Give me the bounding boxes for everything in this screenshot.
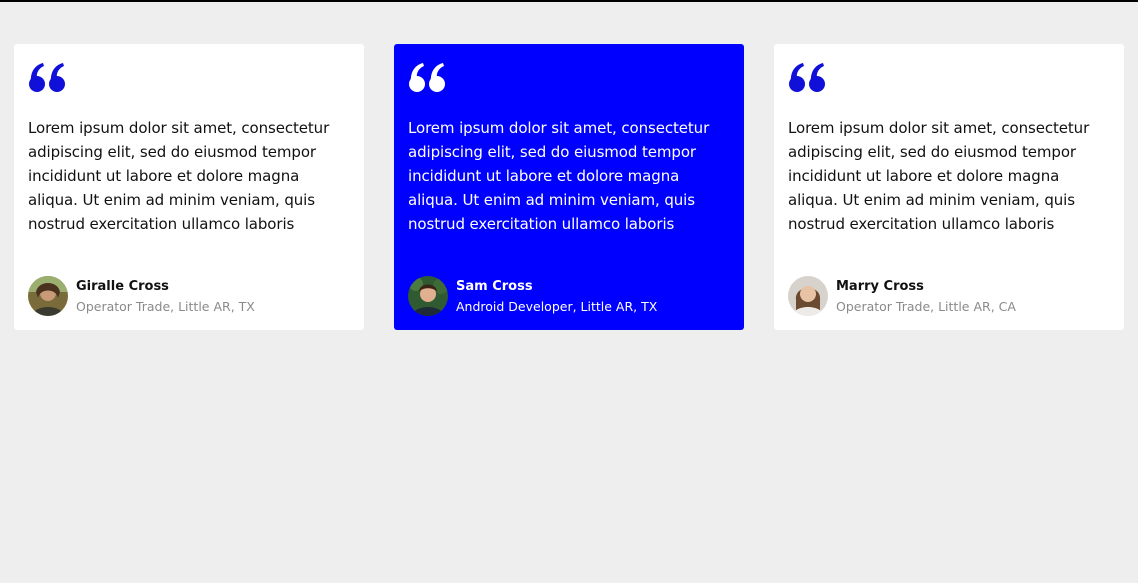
testimonial-card-featured: Lorem ipsum dolor sit amet, consectetur … xyxy=(394,44,744,330)
testimonial-card: Lorem ipsum dolor sit amet, consectetur … xyxy=(774,44,1124,330)
author-name: Sam Cross xyxy=(456,278,533,294)
quote-icon xyxy=(408,62,448,94)
avatar xyxy=(788,276,828,316)
author-name: Giralle Cross xyxy=(76,278,169,294)
testimonial-text: Lorem ipsum dolor sit amet, consectetur … xyxy=(28,119,330,233)
testimonial-author: Giralle Cross Operator Trade, Little AR,… xyxy=(28,276,255,316)
testimonial-text: Lorem ipsum dolor sit amet, consectetur … xyxy=(788,119,1090,233)
testimonial-card: Lorem ipsum dolor sit amet, consectetur … xyxy=(14,44,364,330)
author-role: Operator Trade, Little AR, CA xyxy=(836,298,1016,314)
quote-icon xyxy=(788,62,828,94)
testimonial-author: Marry Cross Operator Trade, Little AR, C… xyxy=(788,276,1016,316)
author-role: Android Developer, Little AR, TX xyxy=(456,298,658,314)
author-role: Operator Trade, Little AR, TX xyxy=(76,298,255,314)
author-name: Marry Cross xyxy=(836,278,924,294)
avatar xyxy=(408,276,448,316)
quote-icon xyxy=(28,62,68,94)
testimonials-list: Lorem ipsum dolor sit amet, consectetur … xyxy=(14,44,1124,330)
avatar xyxy=(28,276,68,316)
testimonial-text: Lorem ipsum dolor sit amet, consectetur … xyxy=(408,119,710,233)
testimonial-author: Sam Cross Android Developer, Little AR, … xyxy=(408,276,657,316)
